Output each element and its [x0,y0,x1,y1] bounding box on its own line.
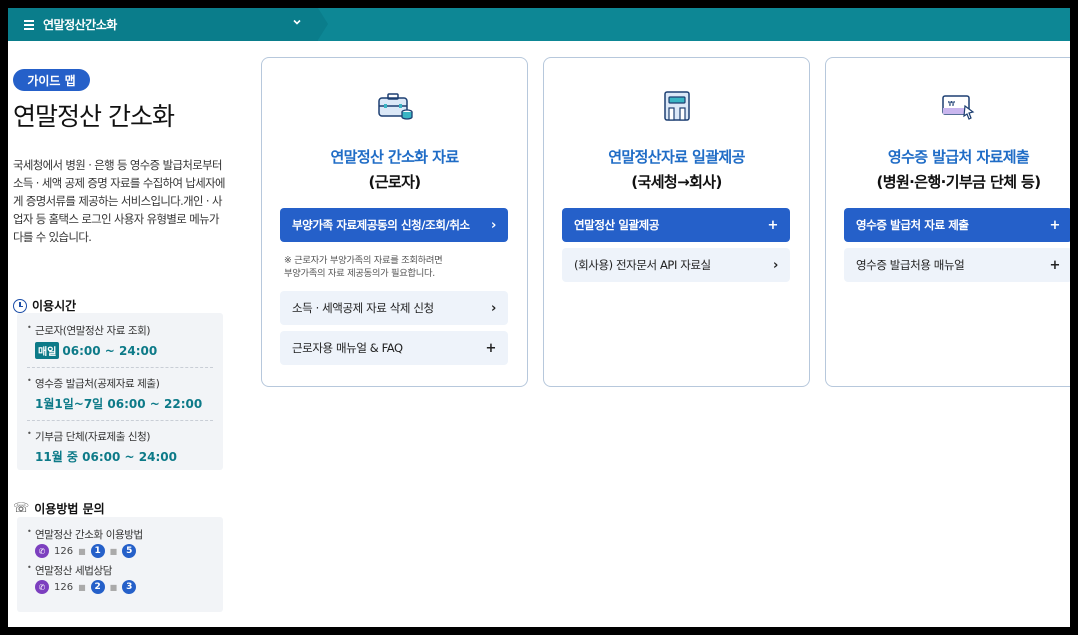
chevron-down-icon[interactable] [292,16,302,30]
service-description: 국세청에서 병원 · 은행 등 영수증 발급처로부터 소득 · 세액 공제 증명… [13,158,225,244]
card-subtitle: (병원·은행·기부금 단체 등) [876,173,1042,191]
help-box: 연말정산 간소화 이용방법 ✆ 126 ■ 1 ■ 5 연말정산 세법상담 ✆ … [17,517,223,612]
consent-note: ※ 근로자가 부양가족의 자료를 조회하려면 부양가족의 자료 제공동의가 필요… [284,255,443,279]
plus-icon: + [767,217,779,233]
step-number: 1 [90,544,105,558]
arrow-icon: ■ [78,546,86,556]
card-title: 연말정산 간소화 자료 [330,148,459,166]
hours-value: 11월 중 06:00 ~ 24:00 [35,450,177,464]
hours-value: 1월1일~7일 06:00 ~ 22:00 [35,397,203,411]
card-worker-data: 연말정산 간소화 자료 (근로자) 부양가족 자료제공동의 신청/조회/취소 › … [261,57,528,387]
hours-item: 영수증 발급처(공제자료 제출) 1월1일~7일 06:00 ~ 22:00 [27,367,213,412]
briefcase-icon [375,88,415,124]
hours-heading-label: 이용시간 [32,299,77,313]
card-bulk-provision: 연말정산자료 일괄제공 (국세청→회사) 연말정산 일괄제공 + (회사용) 전자… [543,57,810,387]
plus-icon: + [1049,217,1061,233]
phone-number: 126 [54,581,74,593]
arrow-right-icon: › [773,257,778,273]
arrow-icon: ■ [109,582,118,592]
breadcrumb[interactable]: 연말정산간소화 [8,8,328,41]
card-subtitle: (국세청→회사) [631,173,722,191]
card-subtitle: (근로자) [368,173,421,191]
hours-heading: 이용시간 [13,297,76,314]
help-heading-label: 이용방법 문의 [34,502,105,516]
card-receipt-issuer: ₩ 영수증 발급처 자료제출 (병원·은행·기부금 단체 등) 영수증 발급처 … [825,57,1070,387]
daily-badge: 매일 [35,342,60,359]
svg-text:₩: ₩ [948,100,955,108]
bulk-provision-button[interactable]: 연말정산 일괄제공 + [562,208,790,242]
help-item: 연말정산 간소화 이용방법 ✆ 126 ■ 1 ■ 5 [27,527,213,558]
help-label: 연말정산 세법상담 [35,565,113,577]
building-icon [657,88,697,124]
hours-label: 기부금 단체(자료제출 신청) [35,431,151,443]
step-number: 5 [122,544,137,558]
arrow-icon: ■ [109,546,118,556]
hours-label: 영수증 발급처(공제자료 제출) [35,378,160,390]
deduction-delete-link[interactable]: 소득 · 세액공제 자료 삭제 신청 › [280,291,508,325]
step-number: 3 [122,580,137,594]
plus-icon: + [485,340,497,356]
call-icon: ✆ [35,544,49,558]
issuer-manual-link[interactable]: 영수증 발급처용 매뉴얼 + [844,248,1070,282]
guide-map-badge: 가이드 맵 [13,69,90,91]
arrow-right-icon: › [491,217,496,233]
breadcrumb-title[interactable]: 연말정산간소화 [43,16,117,33]
hours-value: 매일 06:00 ~ 24:00 [35,342,213,359]
step-number: 2 [90,580,105,594]
help-label: 연말정산 간소화 이용방법 [35,529,143,541]
card-cursor-icon: ₩ [939,88,979,124]
dependent-consent-button[interactable]: 부양가족 자료제공동의 신청/조회/취소 › [280,208,508,242]
receipt-submit-button[interactable]: 영수증 발급처 자료 제출 + [844,208,1070,242]
help-heading: ☏ 이용방법 문의 [13,500,105,517]
phone-icon: ☏ [13,501,30,516]
api-library-link[interactable]: (회사용) 전자문서 API 자료실 › [562,248,790,282]
menu-icon[interactable] [24,19,34,30]
worker-manual-link[interactable]: 근로자용 매뉴얼 & FAQ + [280,331,508,365]
help-item: 연말정산 세법상담 ✆ 126 ■ 2 ■ 3 [27,563,213,594]
hours-box: 근로자(연말정산 자료 조회) 매일06:00 ~ 24:00 영수증 발급처(… [17,313,223,470]
phone-steps: ✆ 126 ■ 1 ■ 5 [35,544,213,558]
page-title: 연말정산 간소화 [13,102,175,131]
card-title: 연말정산자료 일괄제공 [608,148,745,166]
call-icon: ✆ [35,580,49,594]
arrow-right-icon: › [491,300,496,316]
phone-steps: ✆ 126 ■ 2 ■ 3 [35,580,213,594]
app-window: 연말정산간소화 가이드 맵 연말정산 간소화 국세청에서 병원 · 은행 등 영… [8,8,1070,627]
hours-item: 근로자(연말정산 자료 조회) 매일06:00 ~ 24:00 [27,323,213,359]
phone-number: 126 [54,545,74,557]
hours-item: 기부금 단체(자료제출 신청) 11월 중 06:00 ~ 24:00 [27,420,213,465]
clock-icon [13,298,27,313]
plus-icon: + [1049,257,1061,273]
top-nav-bar: 연말정산간소화 [8,8,1070,41]
card-title: 영수증 발급처 자료제출 [887,148,1030,166]
arrow-icon: ■ [78,582,86,592]
hours-label: 근로자(연말정산 자료 조회) [35,325,151,337]
